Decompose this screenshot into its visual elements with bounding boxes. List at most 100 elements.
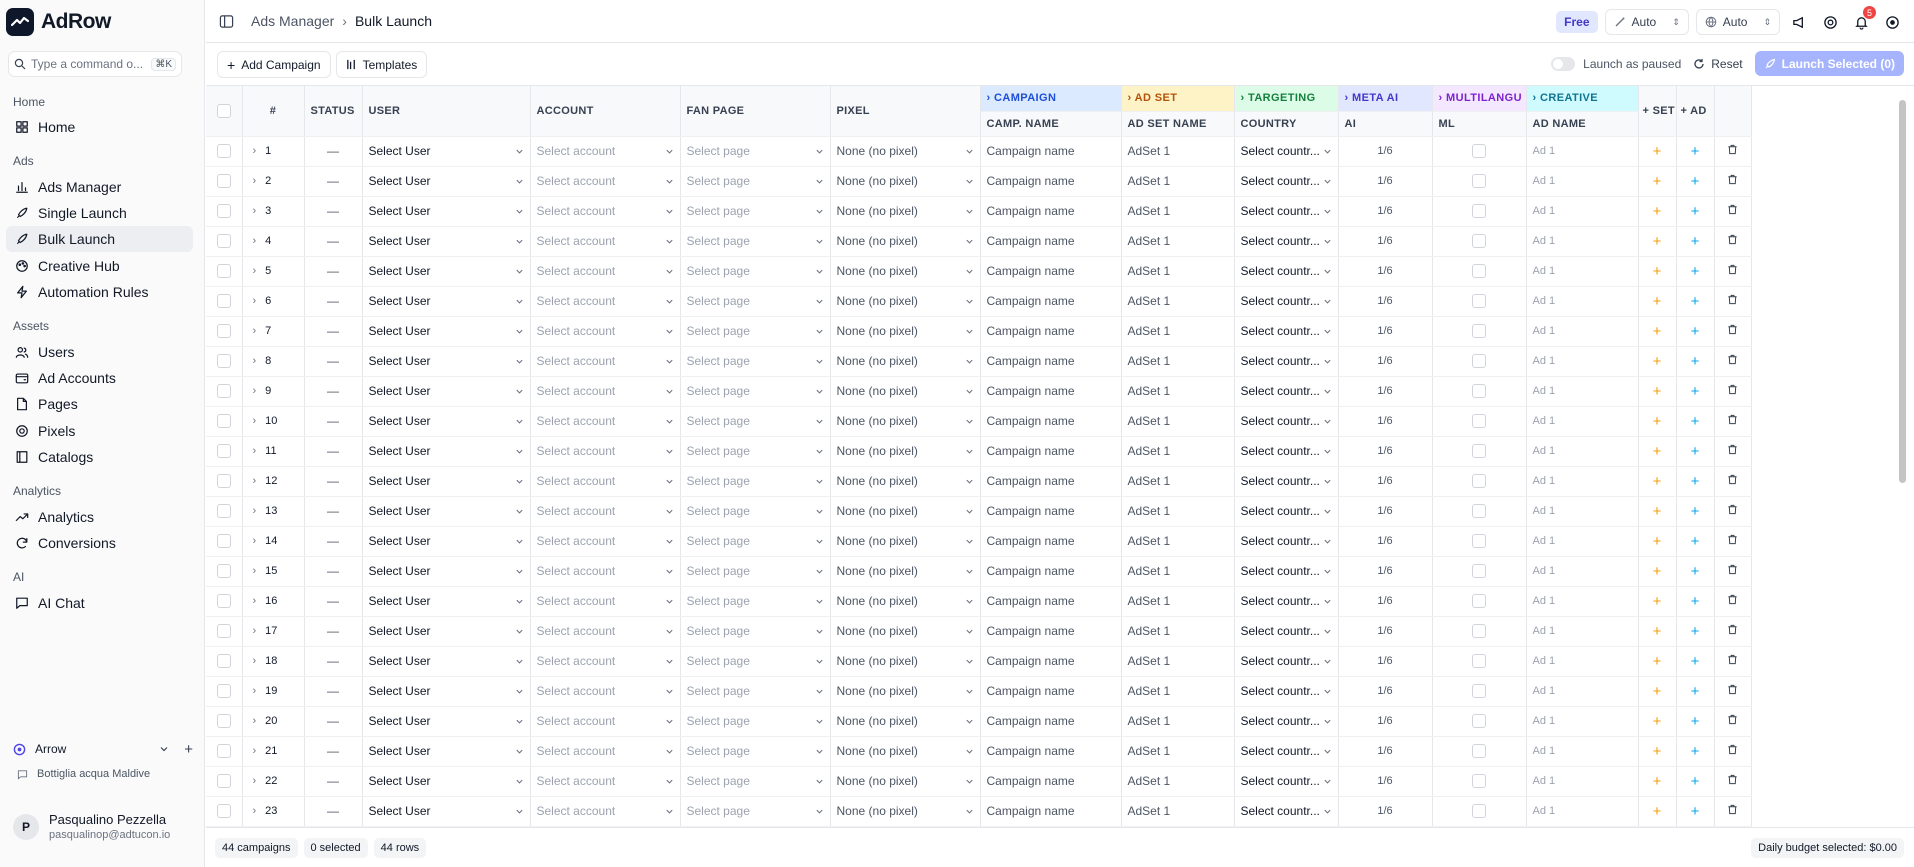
row-checkbox[interactable] bbox=[216, 144, 231, 159]
campaign-name-input[interactable]: Campaign name bbox=[980, 436, 1122, 467]
ml-checkbox[interactable] bbox=[1472, 414, 1486, 429]
adset-name-input[interactable]: AdSet 1 bbox=[1121, 736, 1235, 767]
expand-chevron-icon[interactable]: › bbox=[253, 295, 257, 307]
campaign-name-input[interactable]: Campaign name bbox=[980, 166, 1122, 197]
delete-row-button[interactable] bbox=[1714, 286, 1752, 317]
user-select[interactable]: Select User bbox=[362, 286, 531, 317]
campaign-name-input[interactable]: Campaign name bbox=[980, 766, 1122, 797]
country-select[interactable]: Select countr... bbox=[1234, 316, 1339, 347]
launch-paused-toggle[interactable]: Launch as paused bbox=[1551, 56, 1681, 71]
add-ad-button[interactable]: + bbox=[1676, 316, 1715, 347]
row-checkbox[interactable] bbox=[216, 444, 231, 459]
ai-value[interactable]: 1/6 bbox=[1338, 796, 1433, 827]
add-set-button[interactable]: + bbox=[1638, 346, 1677, 377]
country-select[interactable]: Select countr... bbox=[1234, 736, 1339, 767]
expand-chevron-icon[interactable]: › bbox=[253, 535, 257, 547]
ai-value[interactable]: 1/6 bbox=[1338, 526, 1433, 557]
sidebar-item-ads-manager[interactable]: Ads Manager bbox=[6, 174, 193, 200]
ai-value[interactable]: 1/6 bbox=[1338, 346, 1433, 377]
table-row[interactable]: › 21 — Select User Select account Select page… bbox=[206, 736, 1752, 767]
user-select[interactable]: Select User bbox=[362, 496, 531, 527]
table-row[interactable]: › 19 — Select User Select account Select page… bbox=[206, 676, 1752, 707]
ai-value[interactable]: 1/6 bbox=[1338, 736, 1433, 767]
delete-row-button[interactable] bbox=[1714, 646, 1752, 677]
reset-button[interactable]: Reset bbox=[1693, 57, 1743, 71]
add-ad-button[interactable]: + bbox=[1676, 616, 1715, 647]
adset-name-input[interactable]: AdSet 1 bbox=[1121, 406, 1235, 437]
pixel-select[interactable]: None (no pixel) bbox=[830, 376, 981, 407]
ad-name-input[interactable]: Ad 1 bbox=[1526, 406, 1639, 437]
add-ad-button[interactable]: + bbox=[1676, 466, 1715, 497]
ad-name-input[interactable]: Ad 1 bbox=[1526, 256, 1639, 287]
expand-chevron-icon[interactable]: › bbox=[253, 655, 257, 667]
table-row[interactable]: › 17 — Select User Select account Select page… bbox=[206, 616, 1752, 647]
add-set-button[interactable]: + bbox=[1638, 256, 1677, 287]
campaign-name-input[interactable]: Campaign name bbox=[980, 706, 1122, 737]
country-select[interactable]: Select countr... bbox=[1234, 166, 1339, 197]
grid-scrollbar[interactable] bbox=[1899, 100, 1906, 483]
adset-name-input[interactable]: AdSet 1 bbox=[1121, 616, 1235, 647]
table-row[interactable]: › 4— Select User Select account Select page N… bbox=[206, 226, 1752, 257]
country-select[interactable]: Select countr... bbox=[1234, 796, 1339, 827]
user-select[interactable]: Select User bbox=[362, 436, 531, 467]
table-row[interactable]: › 5— Select User Select account Select page N… bbox=[206, 256, 1752, 287]
templates-button[interactable]: Templates bbox=[335, 51, 428, 78]
group-meta-ai[interactable]: › META AI bbox=[1338, 86, 1433, 112]
add-set-button[interactable]: + bbox=[1638, 466, 1677, 497]
ml-checkbox[interactable] bbox=[1472, 564, 1486, 579]
ad-name-input[interactable]: Ad 1 bbox=[1526, 286, 1639, 317]
ml-checkbox[interactable] bbox=[1472, 444, 1486, 459]
campaign-name-input[interactable]: Campaign name bbox=[980, 286, 1122, 317]
ml-checkbox[interactable] bbox=[1472, 174, 1486, 189]
delete-row-button[interactable] bbox=[1714, 706, 1752, 737]
pixel-select[interactable]: None (no pixel) bbox=[830, 736, 981, 767]
page-select[interactable]: Select page bbox=[680, 376, 831, 407]
ad-name-input[interactable]: Ad 1 bbox=[1526, 196, 1639, 227]
pixel-select[interactable]: None (no pixel) bbox=[830, 706, 981, 737]
pixel-select[interactable]: None (no pixel) bbox=[830, 136, 981, 167]
campaign-name-input[interactable]: Campaign name bbox=[980, 736, 1122, 767]
pixel-select[interactable]: None (no pixel) bbox=[830, 256, 981, 287]
sidebar-toggle-icon[interactable] bbox=[219, 14, 234, 29]
expand-chevron-icon[interactable]: › bbox=[253, 595, 257, 607]
row-checkbox[interactable] bbox=[216, 684, 231, 699]
add-set-button[interactable]: + bbox=[1638, 526, 1677, 557]
ad-name-input[interactable]: Ad 1 bbox=[1526, 766, 1639, 797]
account-select[interactable]: Select account bbox=[530, 496, 681, 527]
country-select[interactable]: Select countr... bbox=[1234, 196, 1339, 227]
page-select[interactable]: Select page bbox=[680, 346, 831, 377]
page-select[interactable]: Select page bbox=[680, 556, 831, 587]
command-input[interactable]: Type a command o... ⌘K bbox=[8, 51, 182, 77]
table-row[interactable]: › 10 — Select User Select account Select page… bbox=[206, 406, 1752, 437]
delete-row-button[interactable] bbox=[1714, 766, 1752, 797]
page-select[interactable]: Select page bbox=[680, 736, 831, 767]
adset-name-input[interactable]: AdSet 1 bbox=[1121, 436, 1235, 467]
ml-checkbox[interactable] bbox=[1472, 654, 1486, 669]
account-select[interactable]: Select account bbox=[530, 346, 681, 377]
ad-name-input[interactable]: Ad 1 bbox=[1526, 676, 1639, 707]
ai-value[interactable]: 1/6 bbox=[1338, 136, 1433, 167]
pixel-select[interactable]: None (no pixel) bbox=[830, 676, 981, 707]
add-set-button[interactable]: + bbox=[1638, 136, 1677, 167]
delete-row-button[interactable] bbox=[1714, 586, 1752, 617]
user-select[interactable]: Select User bbox=[362, 376, 531, 407]
table-row[interactable]: › 1— Select User Select account Select page N… bbox=[206, 136, 1752, 167]
pixel-select[interactable]: None (no pixel) bbox=[830, 526, 981, 557]
row-checkbox[interactable] bbox=[216, 534, 231, 549]
account-select[interactable]: Select account bbox=[530, 466, 681, 497]
table-row[interactable]: › 6— Select User Select account Select page N… bbox=[206, 286, 1752, 317]
ad-name-input[interactable]: Ad 1 bbox=[1526, 556, 1639, 587]
ml-checkbox[interactable] bbox=[1472, 504, 1486, 519]
country-select[interactable]: Select countr... bbox=[1234, 616, 1339, 647]
add-ad-button[interactable]: + bbox=[1676, 586, 1715, 617]
sidebar-item-ad-accounts[interactable]: Ad Accounts bbox=[6, 365, 193, 391]
page-select[interactable]: Select page bbox=[680, 796, 831, 827]
user-select[interactable]: Select User bbox=[362, 166, 531, 197]
row-checkbox[interactable] bbox=[216, 774, 231, 789]
expand-chevron-icon[interactable]: › bbox=[253, 235, 257, 247]
account-select[interactable]: Select account bbox=[530, 196, 681, 227]
ml-checkbox[interactable] bbox=[1472, 744, 1486, 759]
campaign-name-input[interactable]: Campaign name bbox=[980, 196, 1122, 227]
pixel-select[interactable]: None (no pixel) bbox=[830, 616, 981, 647]
ad-name-input[interactable]: Ad 1 bbox=[1526, 376, 1639, 407]
